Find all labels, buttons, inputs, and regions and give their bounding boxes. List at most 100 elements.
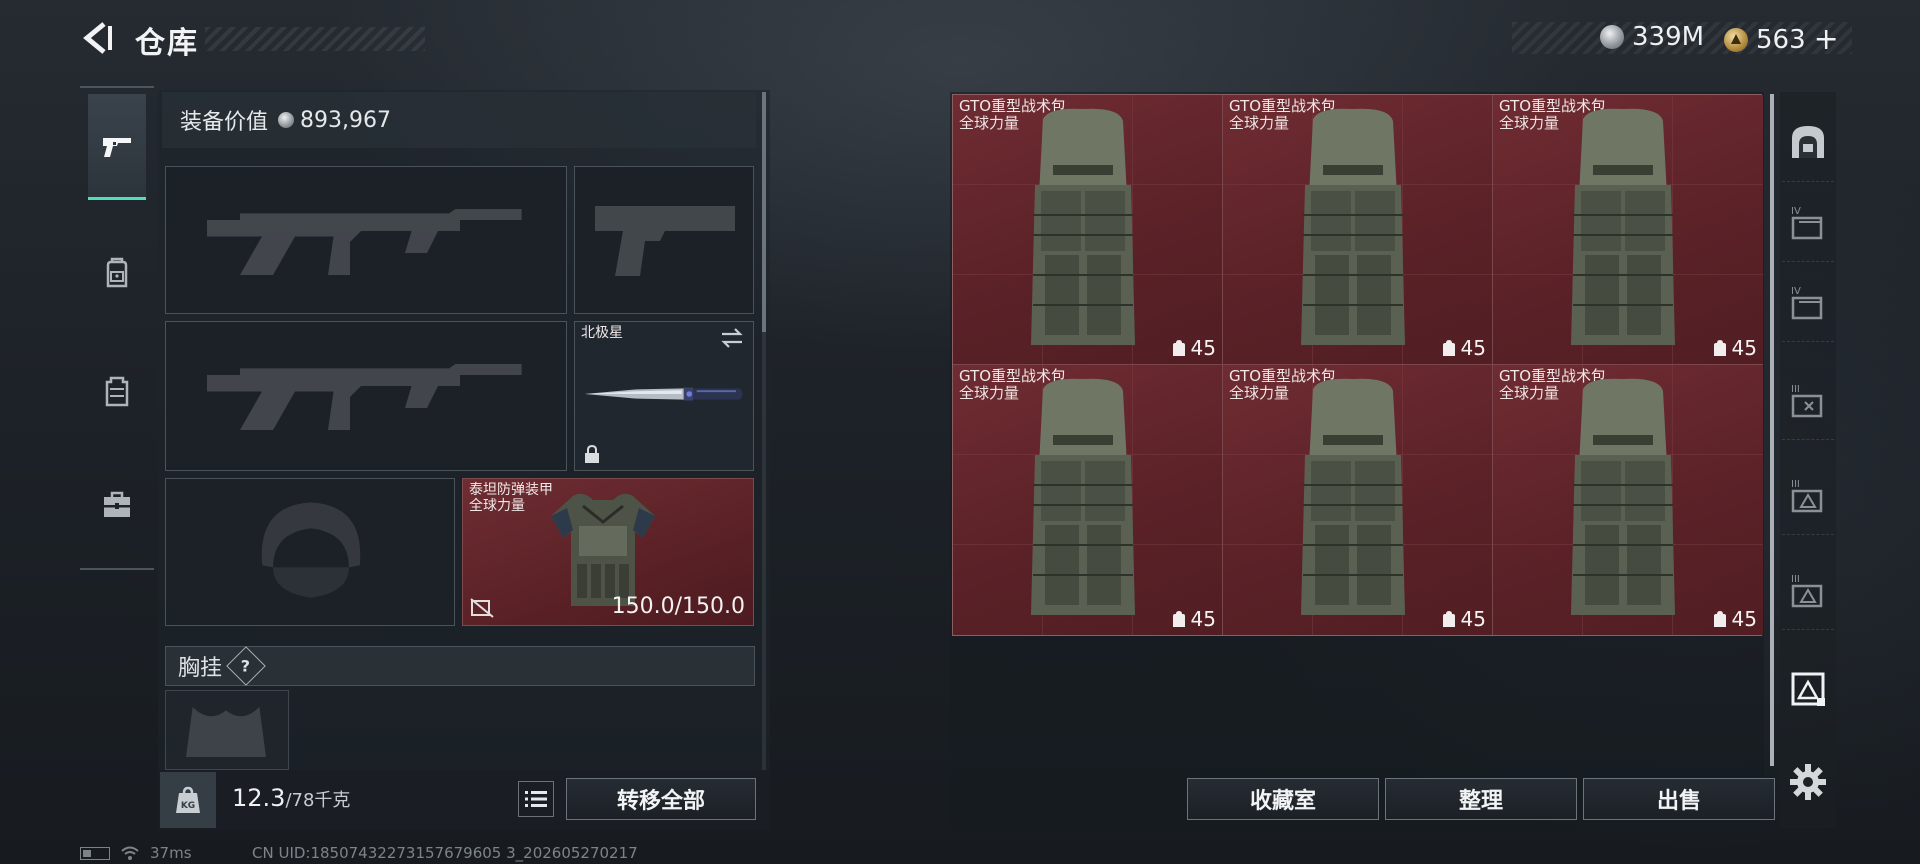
silver-currency: 339M	[1600, 22, 1704, 52]
page-title: 仓库	[135, 26, 199, 61]
current-weight: 12.3	[232, 784, 286, 812]
knife-image	[584, 387, 743, 401]
storage-item[interactable]: GTO重型战术包 全球力量 45	[1223, 95, 1493, 365]
weight-badge-text: KG	[181, 801, 195, 811]
storage-page-tab[interactable]: IV	[1782, 262, 1834, 342]
sidearm-slot[interactable]	[574, 166, 754, 314]
capacity-badge: 45	[1441, 336, 1486, 360]
backpack-image	[1301, 378, 1405, 615]
rifle-silhouette-icon	[207, 209, 522, 275]
transfer-all-button[interactable]: 转移全部	[566, 778, 756, 820]
capacity-value: 45	[1190, 336, 1216, 360]
storage-page-III-c-icon: III	[1791, 574, 1823, 607]
pistol-silhouette-icon	[595, 206, 735, 276]
weight-indicator: KG	[160, 772, 216, 828]
capacity-badge: 45	[1441, 607, 1486, 631]
vault-tab[interactable]	[1782, 102, 1834, 182]
no-trade-icon	[470, 598, 494, 618]
settings-button[interactable]	[1788, 762, 1828, 802]
silver-coin-icon	[1600, 25, 1624, 49]
capacity-value: 45	[1190, 607, 1216, 631]
gun-icon	[103, 137, 131, 157]
backpack-image	[1031, 108, 1135, 345]
chest-rig-slot[interactable]	[165, 690, 289, 770]
storage-item[interactable]: GTO重型战术包 全球力量 45	[1493, 95, 1763, 365]
backpack-image	[1301, 108, 1405, 345]
rail-tab-supplies[interactable]	[88, 452, 146, 558]
gold-amount: 563	[1756, 24, 1806, 55]
storage-page-tab[interactable]: III	[1782, 455, 1834, 535]
collection-room-button[interactable]: 收藏室	[1187, 778, 1379, 820]
uid-text: CN UID:18507432273157679605 3_2026052702…	[252, 844, 638, 862]
item-brand: 全球力量	[1229, 114, 1290, 132]
capacity-value: 45	[1460, 336, 1486, 360]
item-brand: 全球力量	[959, 114, 1020, 132]
armor-name: 泰坦防弹装甲	[469, 482, 553, 498]
capacity-value: 45	[1731, 607, 1757, 631]
storage-grid: GTO重型战术包 全球力量 45 GTO重型战术包 全球力量 45 GTO重型战…	[952, 94, 1763, 636]
swap-icon[interactable]	[719, 326, 745, 350]
help-button[interactable]: ?	[226, 646, 266, 686]
storage-scrollbar[interactable]	[1770, 94, 1774, 766]
storage-page-tab-active[interactable]	[1782, 648, 1834, 728]
chest-rig-icon	[105, 376, 129, 407]
gold-coin-icon	[1724, 27, 1748, 52]
chest-rig-label: 胸挂	[178, 656, 223, 681]
storage-item[interactable]: GTO重型战术包 全球力量 45	[1223, 365, 1493, 635]
sell-button[interactable]: 出售	[1583, 778, 1775, 820]
lock-icon	[585, 444, 599, 463]
helmet-slot[interactable]	[165, 478, 455, 626]
storage-item[interactable]: GTO重型战术包 全球力量 45	[953, 95, 1223, 365]
svg-text:IV: IV	[1791, 286, 1801, 297]
rail-tab-chest-rigs[interactable]	[88, 338, 146, 444]
rail-tab-backpacks[interactable]	[88, 220, 146, 326]
backpack-capacity-icon	[1442, 340, 1455, 356]
svg-text:III: III	[1791, 574, 1800, 585]
storage-page-tab[interactable]: III	[1782, 550, 1834, 630]
list-view-button[interactable]	[518, 781, 554, 817]
silver-coin-icon	[278, 112, 295, 128]
backpack-icon	[106, 257, 128, 288]
backpack-image	[1571, 108, 1675, 345]
organize-button[interactable]: 整理	[1385, 778, 1577, 820]
help-icon: ?	[241, 656, 251, 676]
rail-tab-weapons[interactable]	[88, 94, 146, 200]
add-currency-button[interactable]: +	[1814, 22, 1839, 57]
equipment-value-label: 装备价值	[180, 110, 269, 135]
loadout-scrollbar-thumb[interactable]	[762, 92, 766, 332]
storage-page-current-icon	[1791, 672, 1825, 706]
secondary-weapon-slot[interactable]	[165, 321, 567, 471]
storage-page-III-b-icon: III	[1791, 479, 1823, 512]
backpack-capacity-icon	[1442, 611, 1455, 627]
svg-text:III: III	[1791, 384, 1800, 395]
title-decoration	[205, 27, 425, 51]
ping-value: 37ms	[150, 844, 192, 862]
vault-icon	[1792, 125, 1824, 158]
equipment-value-row: 装备价值 893,967	[162, 92, 756, 148]
backpack-image	[1571, 378, 1675, 615]
helmet-silhouette-icon	[261, 502, 361, 598]
list-icon	[525, 791, 547, 807]
melee-name: 北极星	[581, 325, 623, 341]
storage-item[interactable]: GTO重型战术包 全球力量 45	[953, 365, 1223, 635]
battery-icon	[80, 846, 110, 860]
weight-capacity: /78千克	[285, 790, 351, 811]
armor-slot[interactable]: 泰坦防弹装甲 全球力量 150.0/150.0	[462, 478, 754, 626]
melee-slot[interactable]: 北极星	[574, 321, 754, 471]
chest-rig-silhouette-icon	[186, 707, 266, 757]
gear-icon	[1790, 764, 1826, 800]
armor-brand: 全球力量	[469, 498, 525, 514]
backpack-image	[1031, 378, 1135, 615]
primary-weapon-slot[interactable]	[165, 166, 567, 314]
back-button[interactable]	[78, 18, 118, 58]
storage-page-tab[interactable]: III	[1782, 360, 1834, 440]
storage-page-tab[interactable]: IV	[1782, 182, 1834, 262]
chest-rig-header[interactable]: 胸挂 ?	[165, 646, 755, 686]
back-arrow-icon	[83, 22, 112, 54]
capacity-badge: 45	[1171, 336, 1216, 360]
storage-item[interactable]: GTO重型战术包 全球力量 45	[1493, 365, 1763, 635]
item-brand: 全球力量	[1499, 384, 1560, 402]
equipment-value: 893,967	[300, 107, 391, 133]
capacity-badge: 45	[1712, 336, 1757, 360]
gold-currency[interactable]: 563 +	[1724, 22, 1839, 57]
